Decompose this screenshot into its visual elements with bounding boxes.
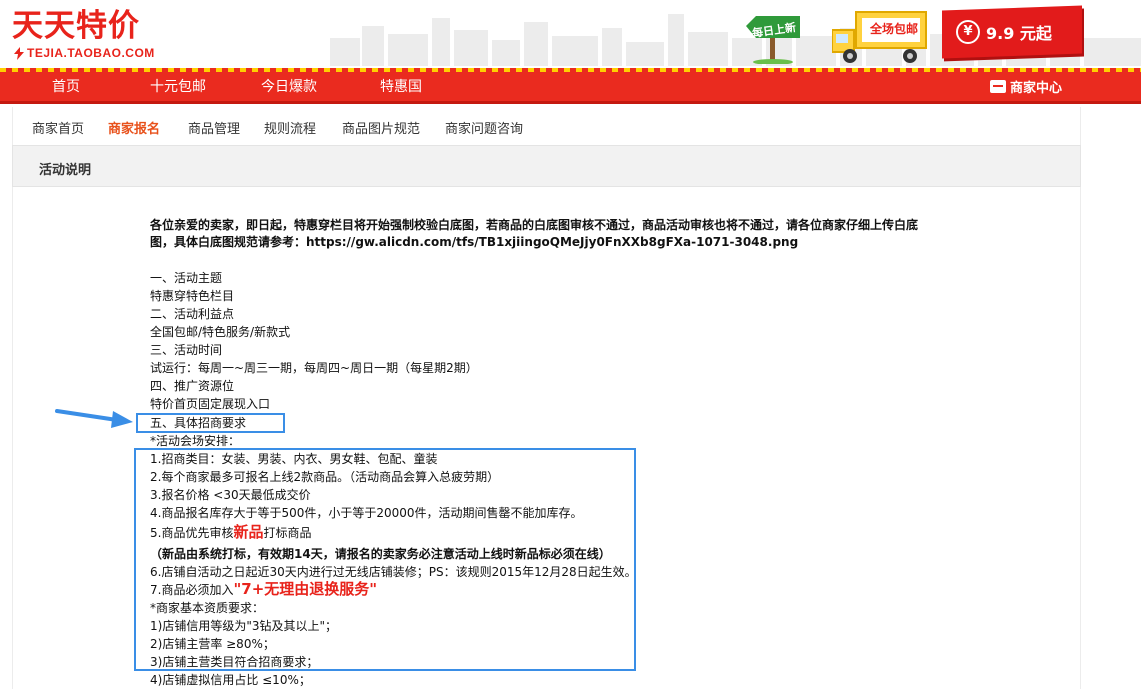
qual-4: 4)店铺虚拟信用占比 ≤10%； xyxy=(150,673,311,687)
tab-merchant-faq[interactable]: 商家问题咨询 xyxy=(445,118,523,137)
venue-arrangement: *活动会场安排： xyxy=(150,434,241,448)
time-value: 试运行：每周一~周三一期，每周四~周日一期（每星期2期） xyxy=(150,361,478,375)
annotation-arrow-icon xyxy=(55,409,133,428)
merchant-icon xyxy=(990,80,1006,93)
white-background-notice: 各位亲爱的卖家，即日起，特惠穿栏目将开始强制校验白底图，若商品的白底图审核不通过… xyxy=(150,217,950,251)
annotation-box-requirements xyxy=(134,448,636,671)
section-title: 活动说明 xyxy=(39,163,92,178)
nav-item-hot-today[interactable]: 今日爆款 xyxy=(261,76,317,96)
site-header: 天天特价 TEJIA.TAOBAO.COM 每日上新 全场包邮 ¥ 9.9 元起 xyxy=(0,0,1141,68)
notice-line-2: 图，具体白底图规范请参考：https://gw.alicdn.com/tfs/T… xyxy=(150,235,799,249)
resources-value: 特价首页固定展现入口 xyxy=(150,397,271,411)
nav-item-special[interactable]: 特惠国 xyxy=(380,76,422,96)
tab-image-spec[interactable]: 商品图片规范 xyxy=(342,118,420,137)
tejia-logo[interactable]: 天天特价 TEJIA.TAOBAO.COM xyxy=(12,8,182,64)
heading-theme: 一、活动主题 xyxy=(150,271,223,285)
theme-value: 特惠穿特色栏目 xyxy=(150,289,235,303)
heading-benefits: 二、活动利益点 xyxy=(150,307,235,321)
truck-decoration xyxy=(832,11,927,63)
nav-item-ten-yuan[interactable]: 十元包邮 xyxy=(150,76,206,96)
benefits-value: 全国包邮/特色服务/新款式 xyxy=(150,325,291,339)
free-shipping-label: 全场包邮 xyxy=(869,22,918,36)
nav-item-home[interactable]: 首页 xyxy=(52,76,80,96)
price-from-label: 9.9 元起 xyxy=(986,24,1052,43)
lightning-icon xyxy=(14,46,24,60)
merchant-tabs: 商家首页 商家报名 商品管理 规则流程 商品图片规范 商家问题咨询 xyxy=(12,107,1081,145)
main-nav: 首页 十元包邮 今日爆款 特惠国 商家中心 xyxy=(0,68,1141,104)
tab-rules-process[interactable]: 规则流程 xyxy=(264,118,316,137)
merchant-center-link[interactable]: 商家中心 xyxy=(990,77,1062,96)
annotation-box-heading xyxy=(136,413,285,433)
tab-product-management[interactable]: 商品管理 xyxy=(188,118,240,137)
logo-text: 天天特价 xyxy=(12,8,140,44)
notice-line-1: 各位亲爱的卖家，即日起，特惠穿栏目将开始强制校验白底图，若商品的白底图审核不通过… xyxy=(150,218,919,232)
heading-time: 三、活动时间 xyxy=(150,343,223,357)
tab-merchant-signup[interactable]: 商家报名 xyxy=(108,118,160,137)
heading-resources: 四、推广资源位 xyxy=(150,379,235,393)
yen-coin-icon: ¥ xyxy=(956,20,980,44)
logo-subtitle: TEJIA.TAOBAO.COM xyxy=(14,46,155,60)
section-header: 活动说明 xyxy=(12,145,1081,187)
tab-merchant-home[interactable]: 商家首页 xyxy=(32,118,84,137)
nav-trim xyxy=(0,68,1141,72)
